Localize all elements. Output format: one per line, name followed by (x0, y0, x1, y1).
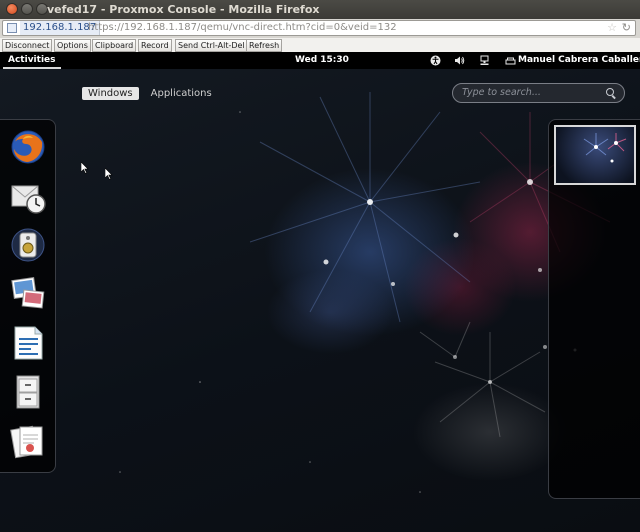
user-menu[interactable]: Manuel Cabrera Caballero (518, 52, 640, 69)
clock[interactable]: Wed 15:30 (295, 52, 349, 69)
fireworks-wallpaper (119, 92, 611, 493)
url-text[interactable]: https://192.168.1.187/qemu/vnc-direct.ht… (88, 21, 397, 35)
rhythmbox-speaker-icon[interactable] (9, 226, 47, 264)
search-input[interactable]: Type to search... (452, 83, 625, 103)
options-button[interactable]: Options (54, 39, 91, 52)
close-window-button[interactable] (6, 3, 18, 15)
activities-button[interactable]: Activities (3, 52, 61, 69)
tab-applications[interactable]: Applications (145, 87, 218, 100)
user-status-icon[interactable] (505, 55, 516, 66)
workspace-list (548, 119, 640, 499)
bookmark-star-icon[interactable]: ☆ (607, 21, 617, 35)
workspace-thumbnail[interactable] (554, 125, 636, 185)
local-cursor-icon (105, 168, 113, 180)
firefox-icon[interactable] (9, 128, 47, 166)
window-titlebar: vefed17 - Proxmox Console - Mozilla Fire… (0, 0, 640, 19)
clipboard-button[interactable]: Clipboard (92, 39, 137, 52)
window-controls (6, 3, 48, 15)
search-icon (606, 88, 614, 96)
disconnect-button[interactable]: Disconnect (2, 39, 53, 52)
network-icon[interactable] (479, 55, 490, 66)
remote-desktop-screen[interactable]: Activities Wed 15:30 Manuel Cabrera Caba… (0, 52, 640, 532)
record-button[interactable]: Record (138, 39, 172, 52)
vnc-toolbar: Disconnect Options Clipboard Record Send… (0, 38, 640, 52)
search-placeholder: Type to search... (462, 87, 541, 98)
reload-icon[interactable]: ↻ (622, 21, 631, 35)
url-field[interactable]: 192.168.1.187 https://192.168.1.187/qemu… (2, 20, 636, 36)
remote-cursor-icon (81, 162, 89, 174)
tab-windows[interactable]: Windows (82, 87, 139, 100)
refresh-button[interactable]: Refresh (246, 39, 283, 52)
navigation-bar: 192.168.1.187 https://192.168.1.187/qemu… (0, 19, 640, 39)
dash-favorites (0, 119, 56, 473)
gnome-top-bar: Activities Wed 15:30 Manuel Cabrera Caba… (0, 52, 640, 69)
file-cabinet-icon[interactable] (9, 373, 47, 411)
volume-icon[interactable] (454, 55, 465, 66)
accessibility-icon[interactable] (430, 55, 441, 66)
libreoffice-writer-icon[interactable] (9, 324, 47, 362)
shotwell-photos-icon[interactable] (9, 275, 47, 313)
page-icon (7, 23, 17, 33)
send-ctrl-alt-del-button[interactable]: Send Ctrl-Alt-Del (175, 39, 248, 52)
document-viewer-icon[interactable] (9, 422, 47, 460)
view-selector: Windows Applications (82, 87, 218, 100)
evolution-mail-clock-icon[interactable] (9, 177, 47, 215)
minimize-window-button[interactable] (21, 3, 33, 15)
window-title: vefed17 - Proxmox Console - Mozilla Fire… (47, 3, 320, 16)
